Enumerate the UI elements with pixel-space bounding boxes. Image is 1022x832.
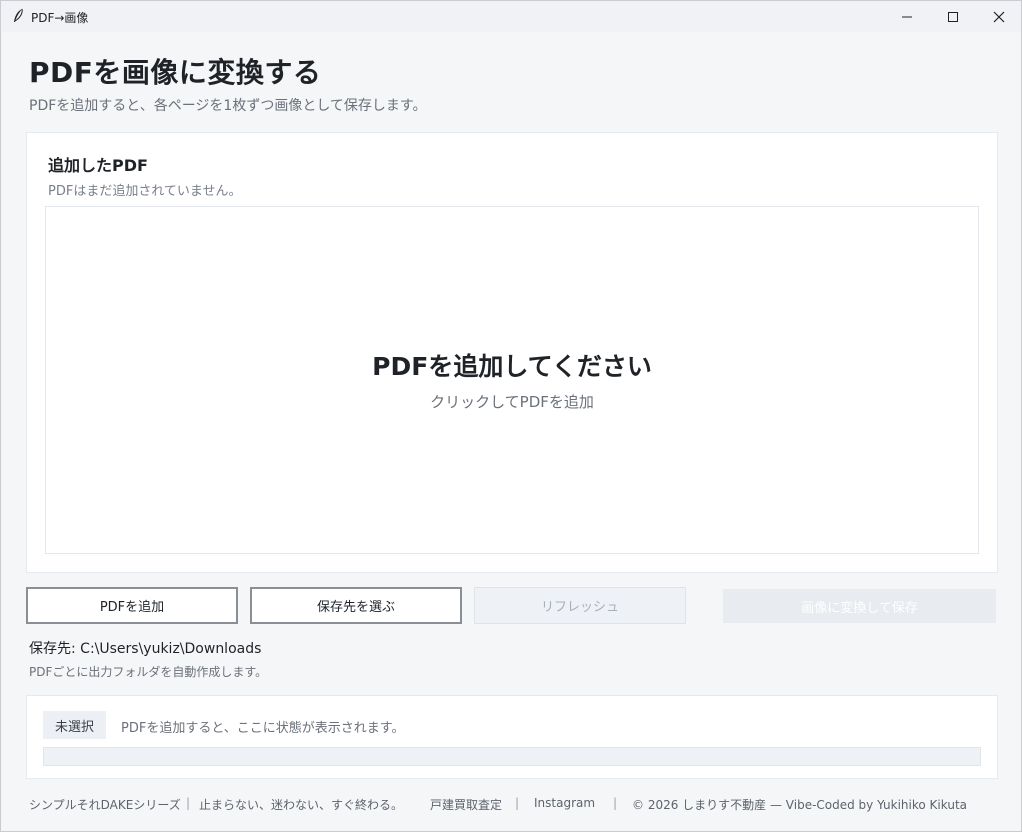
save-destination-path: 保存先: C:\Users\yukiz\Downloads [29,641,262,657]
title-bar[interactable]: PDF→画像 [1,1,1021,32]
status-badge: 未選択 [43,711,106,739]
footer-link-appraisal[interactable]: 戸建買取査定 [430,796,502,813]
close-icon [993,11,1005,22]
app-window: PDF→画像 PDFを画像に変換する PDFを追加すると、各ページを1枚ずつ画像… [0,0,1022,832]
convert-save-button[interactable]: 画像に変換して保存 [723,589,996,623]
progress-bar [43,747,981,766]
close-button[interactable] [976,1,1022,32]
pdf-list-status: PDFはまだ追加されていません。 [48,184,242,199]
maximize-button[interactable] [930,1,976,32]
footer-series: シンプルそれDAKEシリーズ [29,798,181,812]
page-title: PDFを画像に変換する [29,56,322,89]
add-pdf-button[interactable]: PDFを追加 [26,587,238,624]
footer-separator: | [186,796,191,810]
minimize-button[interactable] [884,1,930,32]
refresh-button[interactable]: リフレッシュ [474,587,686,624]
footer-copyright: © 2026 しまりす不動産 — Vibe-Coded by Yukihiko … [632,798,967,812]
minimize-icon [902,16,912,17]
status-card: 未選択 PDFを追加すると、ここに状態が表示されます。 [26,695,998,779]
pdf-list-card: 追加したPDF PDFはまだ追加されていません。 PDFを追加してください クリ… [26,132,998,573]
pdf-drop-zone[interactable]: PDFを追加してください クリックしてPDFを追加 [45,206,979,554]
window-title: PDF→画像 [31,11,89,25]
pdf-list-heading: 追加したPDF [48,156,148,175]
feather-icon [14,8,23,22]
status-message: PDFを追加すると、ここに状態が表示されます。 [121,721,405,736]
drop-zone-title: PDFを追加してください [372,352,652,381]
footer-tagline: 止まらない、迷わない、すぐ終わる。 [199,798,404,812]
maximize-icon [948,11,958,22]
footer-separator: | [613,796,618,810]
choose-destination-button[interactable]: 保存先を選ぶ [250,587,462,624]
footer-link-instagram[interactable]: Instagram [534,796,595,810]
save-destination-note: PDFごとに出力フォルダを自動作成します。 [29,665,268,679]
page-subtitle: PDFを追加すると、各ページを1枚ずつ画像として保存します。 [29,98,427,114]
drop-zone-hint: クリックしてPDFを追加 [430,393,594,411]
footer-separator: | [515,796,520,810]
